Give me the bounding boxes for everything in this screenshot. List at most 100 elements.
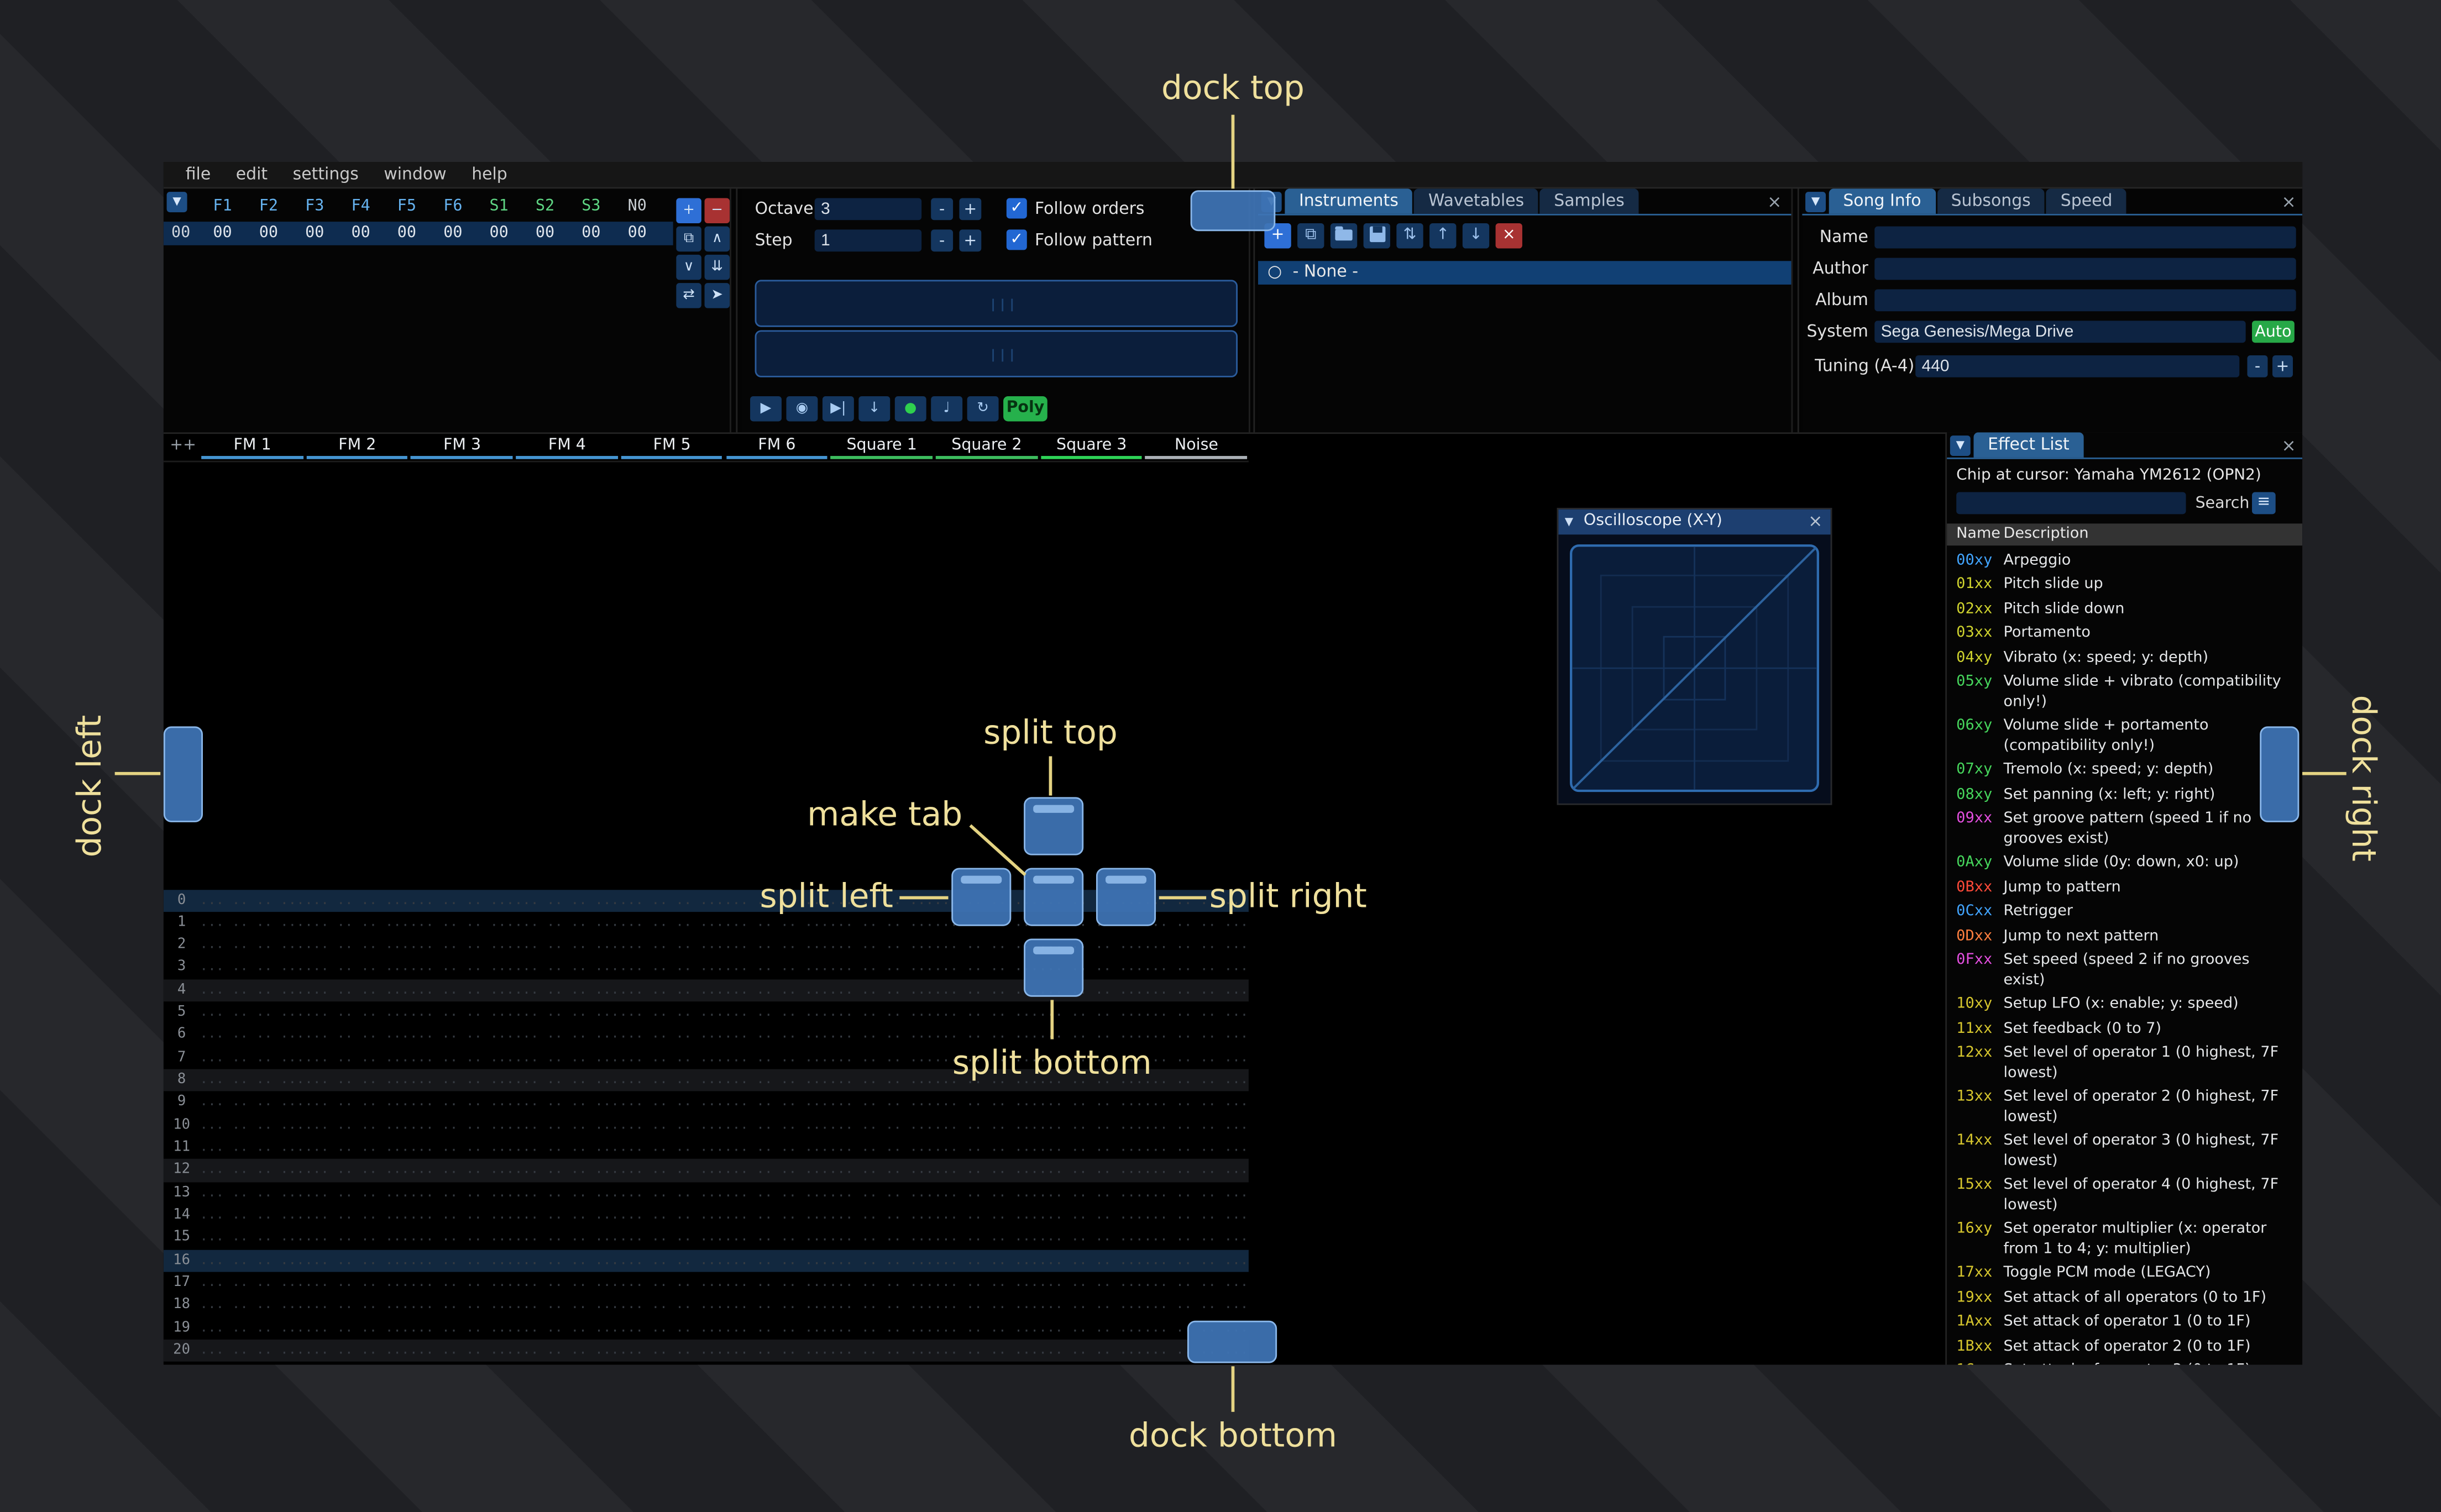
pattern-cell[interactable]: ... .. .. ...: [724, 1024, 829, 1047]
pattern-cell[interactable]: ... .. .. ...: [1144, 1159, 1249, 1182]
effect-list-close-icon[interactable]: ×: [2281, 435, 2296, 456]
pattern-cell[interactable]: ... .. .. ...: [829, 1362, 934, 1364]
pattern-cell[interactable]: ... .. .. ...: [724, 1182, 829, 1205]
pattern-cell[interactable]: ... .. .. ...: [829, 1272, 934, 1295]
pattern-cell[interactable]: ... .. .. ...: [305, 1159, 410, 1182]
pattern-cell[interactable]: ... .. .. ...: [1144, 1137, 1249, 1159]
pattern-cell[interactable]: ... .. .. ...: [934, 1205, 1039, 1227]
pattern-cell[interactable]: ... .. .. ...: [200, 1002, 305, 1025]
pattern-cell[interactable]: ... .. .. ...: [934, 957, 1039, 979]
pattern-cell[interactable]: ... .. .. ...: [829, 934, 934, 957]
oscilloscope-close-icon[interactable]: ×: [1808, 510, 1822, 535]
pattern-cell[interactable]: ... .. .. ...: [619, 1047, 724, 1069]
pattern-cell[interactable]: ... .. .. ...: [934, 979, 1039, 1002]
pattern-cell[interactable]: ... .. .. ...: [619, 1250, 724, 1272]
pattern-cell[interactable]: ... .. .. ...: [934, 1340, 1039, 1362]
orders-deep-clone-button[interactable]: ⇊: [704, 254, 730, 280]
instrument-duplicate-button[interactable]: ⧉: [1297, 223, 1324, 249]
tuning-increment-button[interactable]: +: [2272, 355, 2293, 377]
pattern-cell[interactable]: ... .. .. ...: [1144, 1227, 1249, 1250]
pattern-cell[interactable]: ... .. .. ...: [305, 1362, 410, 1364]
pattern-cell[interactable]: ... .. .. ...: [1144, 934, 1249, 957]
pattern-cell[interactable]: ... .. .. ...: [305, 1295, 410, 1317]
pattern-cell[interactable]: ... .. .. ...: [410, 1182, 515, 1205]
octave-input[interactable]: [814, 198, 922, 221]
pattern-cell[interactable]: ... .. .. ...: [829, 1115, 934, 1137]
pattern-cell[interactable]: ... .. .. ...: [1039, 1115, 1144, 1137]
pattern-cell[interactable]: ... .. .. ...: [724, 1362, 829, 1364]
dock-target-split-bottom[interactable]: [1024, 938, 1084, 997]
pattern-cell[interactable]: ... .. .. ...: [1144, 1295, 1249, 1317]
pattern-cell[interactable]: ... .. .. ...: [1039, 1295, 1144, 1317]
transport-repeat-button[interactable]: ↻: [967, 396, 999, 422]
pattern-cell[interactable]: ... .. .. ...: [934, 1250, 1039, 1272]
pattern-cell[interactable]: ... .. .. ...: [1039, 1340, 1144, 1362]
pattern-cell[interactable]: ... .. .. ...: [619, 1295, 724, 1317]
system-field[interactable]: [1874, 321, 2246, 343]
pattern-cell[interactable]: ... .. .. ...: [1039, 1227, 1144, 1250]
pattern-cell[interactable]: ... .. .. ...: [1039, 1002, 1144, 1025]
author-field[interactable]: [1874, 258, 2296, 280]
step-input[interactable]: [814, 229, 922, 252]
pattern-cell[interactable]: ... .. .. ...: [200, 1182, 305, 1205]
pattern-cell[interactable]: ... .. .. ...: [619, 1092, 724, 1115]
pattern-cell[interactable]: ... .. .. ...: [305, 1272, 410, 1295]
pattern-cell[interactable]: ... .. .. ...: [724, 1340, 829, 1362]
pattern-cell[interactable]: ... .. .. ...: [619, 1317, 724, 1340]
pattern-cell[interactable]: ... .. .. ...: [1144, 1205, 1249, 1227]
pattern-cell[interactable]: ... .. .. ...: [410, 957, 515, 979]
pattern-cell[interactable]: ... .. .. ...: [514, 1047, 619, 1069]
tab-samples[interactable]: Samples: [1539, 188, 1639, 214]
transport-step-row-button[interactable]: ↓: [858, 396, 891, 422]
pattern-cell[interactable]: ... .. .. ...: [1144, 1092, 1249, 1115]
order-cell[interactable]: 00: [568, 222, 615, 245]
pattern-cell[interactable]: ... .. .. ...: [305, 979, 410, 1002]
pattern-cell[interactable]: ... .. .. ...: [1144, 1024, 1249, 1047]
pattern-cell[interactable]: ... .. .. ...: [305, 1069, 410, 1092]
pattern-cell[interactable]: ... .. .. ...: [724, 934, 829, 957]
pattern-cell[interactable]: ... .. .. ...: [305, 1137, 410, 1159]
pattern-cell[interactable]: ... .. .. ...: [619, 1182, 724, 1205]
orders-move-down-button[interactable]: ∨: [676, 254, 701, 280]
pattern-cell[interactable]: ... .. .. ...: [305, 889, 410, 912]
pattern-cell[interactable]: ... .. .. ...: [1144, 1002, 1249, 1025]
tuning-decrement-button[interactable]: -: [2247, 355, 2268, 377]
pattern-cell[interactable]: ... .. .. ...: [200, 979, 305, 1002]
pattern-cell[interactable]: ... .. .. ...: [200, 1092, 305, 1115]
pattern-cell[interactable]: ... .. .. ...: [200, 1159, 305, 1182]
pattern-cell[interactable]: ... .. .. ...: [200, 1137, 305, 1159]
pattern-cell[interactable]: ... .. .. ...: [724, 1250, 829, 1272]
pattern-cell[interactable]: ... .. .. ...: [410, 1047, 515, 1069]
pattern-cell[interactable]: ... .. .. ...: [305, 1340, 410, 1362]
pattern-cell[interactable]: ... .. .. ...: [1039, 1182, 1144, 1205]
oscilloscope-window[interactable]: ▼ Oscilloscope (X-Y) ×: [1557, 507, 1832, 805]
pattern-cell[interactable]: ... .. .. ...: [1144, 1182, 1249, 1205]
pattern-cell[interactable]: ... .. .. ...: [829, 1092, 934, 1115]
orders-row[interactable]: 00 00 00 00 00 00 00 00 00 00 00: [163, 222, 673, 245]
pattern-cell[interactable]: ... .. .. ...: [934, 1295, 1039, 1317]
pattern-cell[interactable]: ... .. .. ...: [410, 1205, 515, 1227]
instrument-list-item-selected[interactable]: ○ - None -: [1258, 261, 1792, 285]
pattern-cell[interactable]: ... .. .. ...: [200, 1362, 305, 1364]
pattern-cell[interactable]: ... .. .. ...: [619, 1227, 724, 1250]
pattern-cell[interactable]: ... .. .. ...: [724, 1317, 829, 1340]
step-increment-button[interactable]: +: [959, 229, 982, 252]
pattern-cell[interactable]: ... .. .. ...: [410, 979, 515, 1002]
pattern-cell[interactable]: ... .. .. ...: [934, 1024, 1039, 1047]
pattern-cell[interactable]: ... .. .. ...: [514, 1340, 619, 1362]
pattern-cell[interactable]: ... .. .. ...: [829, 1002, 934, 1025]
oscilloscope-title-bar[interactable]: ▼ Oscilloscope (X-Y) ×: [1558, 509, 1831, 535]
orders-edit-mode-button[interactable]: ➤: [704, 283, 730, 308]
pattern-cell[interactable]: ... .. .. ...: [829, 1250, 934, 1272]
pattern-cell[interactable]: ... .. .. ...: [305, 1092, 410, 1115]
pattern-cell[interactable]: ... .. .. ...: [200, 1047, 305, 1069]
instrument-sort-button[interactable]: ⇅: [1396, 223, 1423, 249]
pattern-cell[interactable]: ... .. .. ...: [514, 1115, 619, 1137]
pattern-cell[interactable]: ... .. .. ...: [934, 1002, 1039, 1025]
orders-move-up-button[interactable]: ∧: [704, 226, 730, 252]
order-cell[interactable]: 00: [429, 222, 476, 245]
pattern-cell[interactable]: ... .. .. ...: [410, 1092, 515, 1115]
pattern-cell[interactable]: ... .. .. ...: [829, 1182, 934, 1205]
poly-toggle-button[interactable]: Poly: [1003, 396, 1047, 422]
tab-song-info[interactable]: Song Info: [1829, 188, 1936, 214]
